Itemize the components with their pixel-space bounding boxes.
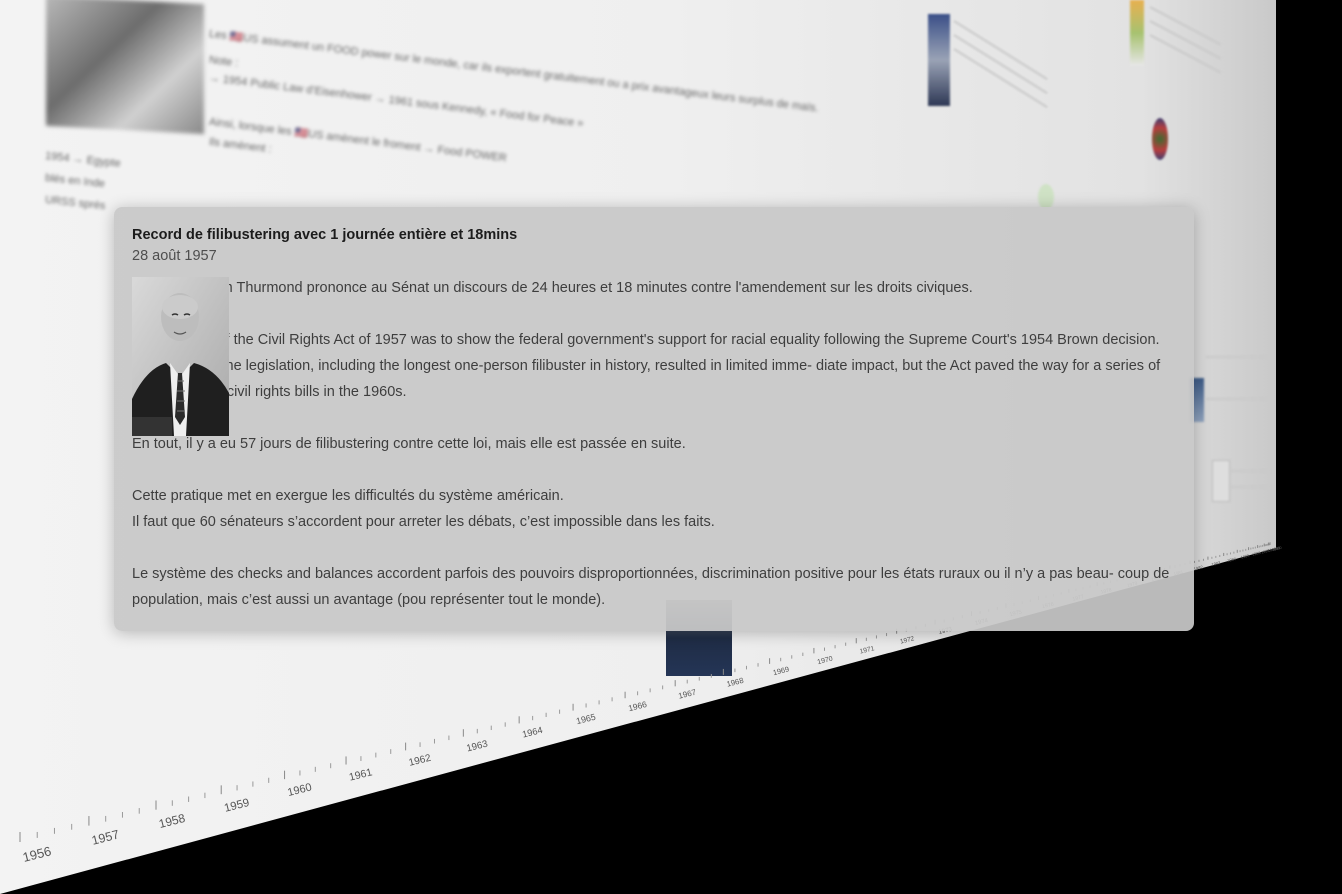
description-paragraph: Cette pratique met en exergue les diffic… xyxy=(132,488,564,504)
event-text xyxy=(953,20,1048,81)
event-text xyxy=(1230,486,1270,488)
timeline-viewport[interactable]: Les 🇺🇸US assument un FOOD power sur le m… xyxy=(0,0,1342,894)
event-text xyxy=(1206,398,1266,400)
background-note-line: Note : xyxy=(208,53,239,70)
event-text xyxy=(953,34,1048,95)
emblem-thumbnail[interactable] xyxy=(1152,118,1168,160)
background-note-line: Les 🇺🇸US assument un FOOD power sur le m… xyxy=(208,27,820,115)
background-photo xyxy=(46,0,204,135)
map-thumbnail[interactable] xyxy=(1130,0,1144,66)
background-note-line: Ils amènent : xyxy=(208,135,273,156)
event-text xyxy=(1206,356,1266,358)
description-paragraph: Il faut que 60 sénateurs s’accordent pou… xyxy=(132,514,715,530)
event-thumbnail[interactable] xyxy=(928,14,950,106)
description-paragraph: Le système des checks and balances accor… xyxy=(132,566,1170,608)
event-date: 28 août 1957 xyxy=(132,248,217,264)
description-paragraph: En 1957, Strom Thurmond prononce au Séna… xyxy=(132,280,973,296)
event-detail-card[interactable]: Record de filibustering avec 1 journée e… xyxy=(114,207,1194,631)
document-thumbnail[interactable] xyxy=(1212,460,1230,502)
event-text xyxy=(953,48,1048,109)
event-description: En 1957, Strom Thurmond prononce au Séna… xyxy=(132,275,1176,613)
background-note-line: blés en Inde xyxy=(44,171,106,191)
portrait-photo[interactable] xyxy=(132,277,229,436)
background-note-line: 1954 → Egypte xyxy=(44,149,122,170)
description-paragraph: The purpose of the Civil Rights Act of 1… xyxy=(132,332,1161,400)
background-note-line: URSS sprés xyxy=(44,193,106,213)
event-text xyxy=(1230,470,1270,472)
description-paragraph: En tout, il y a eu 57 jours de filibuste… xyxy=(132,436,686,452)
event-title: Record de filibustering avec 1 journée e… xyxy=(132,227,518,243)
